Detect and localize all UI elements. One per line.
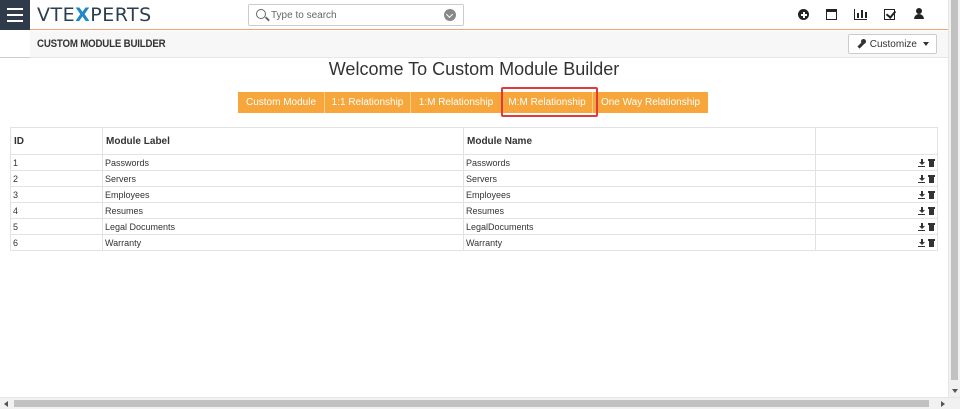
download-icon[interactable] [918, 191, 925, 200]
table-row: 1 Passwords Passwords [10, 154, 938, 171]
table-row: 5 Legal Documents LegalDocuments [10, 218, 938, 235]
welcome-heading: Welcome To Custom Module Builder [328, 59, 620, 79]
row-actions [815, 202, 938, 219]
column-header-module-label: Module Label [102, 127, 464, 155]
cell-module-label: Employees [102, 186, 464, 203]
cell-module-name: Warranty [463, 234, 816, 251]
cell-module-name: Resumes [463, 202, 816, 219]
cell-module-label: Warranty [102, 234, 464, 251]
row-actions [815, 170, 938, 187]
builder-tabs: Custom Module 1:1 Relationship 1:M Relat… [238, 92, 708, 113]
customize-label: Customize [869, 38, 917, 50]
horizontal-scroll-thumb[interactable] [14, 400, 929, 407]
cell-module-label: Resumes [102, 202, 464, 219]
scroll-down-arrow-icon[interactable] [952, 389, 958, 393]
column-header-id: ID [10, 127, 103, 155]
user-profile-icon[interactable] [912, 7, 926, 21]
hamburger-menu-icon[interactable] [0, 0, 30, 30]
search-icon [256, 9, 266, 19]
table-row: 4 Resumes Resumes [10, 202, 938, 219]
download-icon[interactable] [918, 223, 925, 232]
search-input[interactable] [271, 7, 431, 23]
column-header-module-name: Module Name [463, 127, 816, 155]
vertical-scroll-thumb[interactable] [951, 0, 958, 380]
download-icon[interactable] [918, 207, 925, 216]
vtexperts-logo[interactable]: VTEXPERTS [37, 3, 152, 27]
cell-id: 4 [10, 202, 103, 219]
quick-create-icon[interactable] [798, 9, 809, 20]
row-actions [815, 154, 938, 171]
top-navbar: VTEXPERTS [0, 0, 948, 30]
row-actions [815, 218, 938, 235]
trash-icon[interactable] [927, 175, 935, 184]
search-dropdown-icon[interactable] [444, 9, 456, 21]
cell-module-name: LegalDocuments [463, 218, 816, 235]
tab-many-to-many-relationship[interactable]: M:M Relationship [502, 92, 593, 113]
table-row: 2 Servers Servers [10, 170, 938, 187]
customize-button[interactable]: Customize [847, 34, 937, 54]
download-icon[interactable] [918, 239, 925, 248]
cell-id: 1 [10, 154, 103, 171]
horizontal-scrollbar[interactable] [0, 397, 960, 409]
cell-id: 6 [10, 234, 103, 251]
table-row: 3 Employees Employees [10, 186, 938, 203]
download-icon[interactable] [918, 175, 925, 184]
module-subheader: CUSTOM MODULE BUILDER Customize [30, 31, 948, 58]
tab-one-way-relationship[interactable]: One Way Relationship [593, 92, 708, 113]
cell-module-label: Legal Documents [102, 218, 464, 235]
tab-one-to-one-relationship[interactable]: 1:1 Relationship [325, 92, 411, 113]
scroll-right-arrow-icon[interactable] [941, 401, 945, 407]
cell-module-name: Passwords [463, 154, 816, 171]
tasks-checkbox-icon[interactable] [884, 8, 895, 20]
trash-icon[interactable] [927, 191, 935, 200]
trash-icon[interactable] [927, 239, 935, 248]
row-actions [815, 186, 938, 203]
cell-id: 3 [10, 186, 103, 203]
left-strip [0, 31, 30, 58]
table-row: 6 Warranty Warranty [10, 234, 938, 251]
download-icon[interactable] [918, 159, 925, 168]
trash-icon[interactable] [927, 223, 935, 232]
row-actions [815, 234, 938, 251]
page-title: CUSTOM MODULE BUILDER [37, 38, 166, 50]
cell-module-label: Servers [102, 170, 464, 187]
reports-chart-icon[interactable] [854, 8, 867, 20]
trash-icon[interactable] [927, 159, 935, 168]
tab-custom-module[interactable]: Custom Module [238, 92, 325, 113]
cell-module-label: Passwords [102, 154, 464, 171]
modules-table: ID Module Label Module Name 1 Passwords … [10, 127, 938, 251]
global-search[interactable] [248, 4, 464, 26]
trash-icon[interactable] [927, 207, 935, 216]
cell-module-name: Servers [463, 170, 816, 187]
tab-one-to-many-relationship[interactable]: 1:M Relationship [411, 92, 502, 113]
cell-id: 5 [10, 218, 103, 235]
cell-module-name: Employees [463, 186, 816, 203]
vertical-scrollbar[interactable] [948, 0, 960, 397]
cell-id: 2 [10, 170, 103, 187]
wrench-icon [856, 39, 866, 49]
column-header-actions [815, 127, 938, 155]
scroll-left-arrow-icon[interactable] [4, 401, 8, 407]
table-header-row: ID Module Label Module Name [10, 127, 938, 155]
caret-down-icon [923, 42, 929, 46]
calendar-icon[interactable] [826, 8, 837, 20]
